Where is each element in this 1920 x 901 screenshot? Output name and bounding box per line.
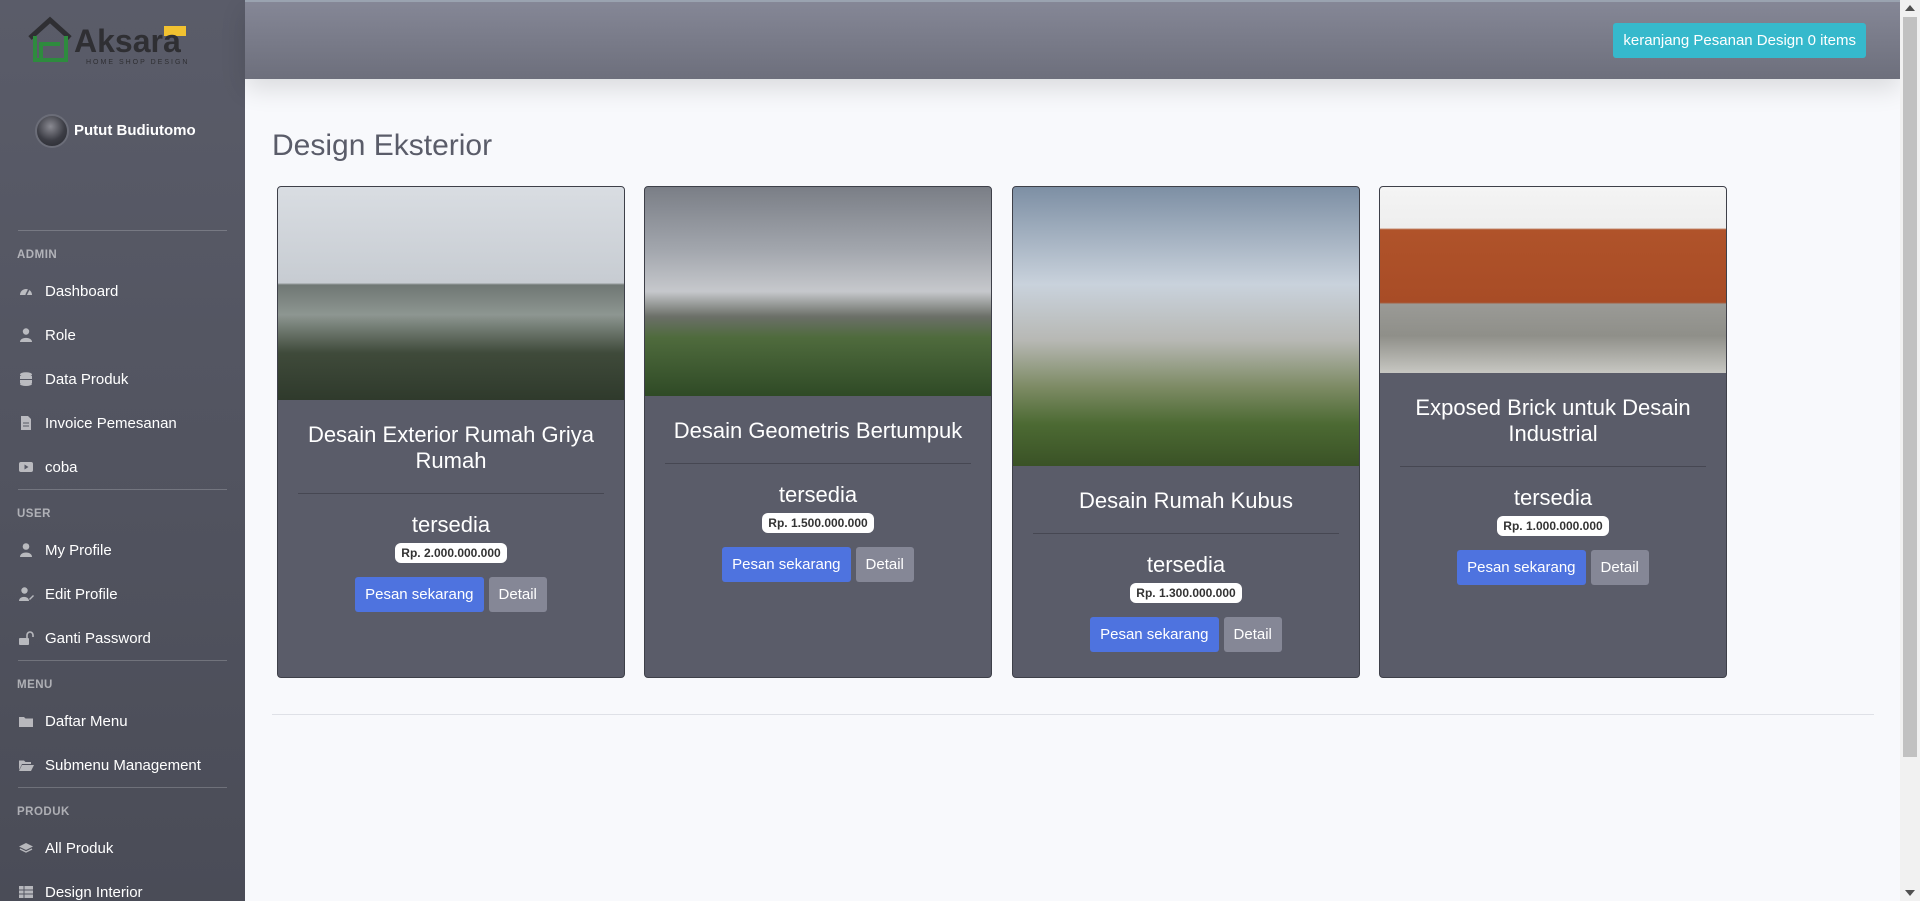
- sidebar-heading: MENU: [17, 679, 53, 691]
- sidebar-item-coba[interactable]: coba: [0, 445, 245, 489]
- topbar: keranjang Pesanan Design 0 items: [245, 0, 1900, 79]
- user-profile[interactable]: Putut Budiutomo: [0, 80, 245, 230]
- youtube-icon: [18, 459, 34, 475]
- main-content: Design Eksterior Desain Exterior Rumah G…: [245, 79, 1900, 901]
- scroll-down-icon[interactable]: [1905, 890, 1915, 896]
- sidebar-item-label: My Profile: [45, 541, 112, 559]
- unlock-icon: [18, 630, 34, 646]
- file-icon: [18, 415, 34, 431]
- product-image[interactable]: [645, 187, 991, 396]
- cart-button[interactable]: keranjang Pesanan Design 0 items: [1613, 23, 1866, 58]
- sidebar-item-label: Ganti Password: [45, 629, 151, 647]
- scroll-up-icon[interactable]: [1905, 5, 1915, 11]
- sidebar-item-dashboard[interactable]: Dashboard: [0, 269, 245, 313]
- detail-button[interactable]: Detail: [488, 577, 547, 612]
- table-icon: [18, 884, 34, 900]
- detail-button[interactable]: Detail: [1590, 550, 1649, 585]
- product-title: Desain Geometris Bertumpuk: [673, 418, 963, 443]
- detail-button[interactable]: Detail: [855, 547, 914, 582]
- user-icon: [18, 542, 34, 558]
- sidebar-item-design-interior[interactable]: Design Interior: [0, 870, 245, 901]
- order-now-button[interactable]: Pesan sekarang: [722, 547, 851, 582]
- folder-icon: [18, 713, 34, 729]
- scrollbar-thumb[interactable]: [1903, 17, 1917, 757]
- sidebar-item-label: Design Interior: [45, 883, 143, 901]
- product-card: Desain Rumah Kubus tersedia Rp. 1.300.000.…: [1012, 186, 1360, 678]
- card-divider: [298, 493, 604, 494]
- product-title: Desain Rumah Kubus: [1078, 488, 1293, 513]
- sidebar-item-label: All Produk: [45, 839, 114, 857]
- sidebar-item-label: Daftar Menu: [45, 712, 128, 730]
- dashboard-icon: [18, 283, 34, 299]
- card-divider: [1033, 533, 1339, 534]
- brand-logo[interactable]: Aksara HOME SHOP DESIGN: [0, 0, 245, 80]
- detail-button[interactable]: Detail: [1223, 617, 1282, 652]
- divider: [272, 714, 1874, 715]
- sidebar-item-submenu-management[interactable]: Submenu Management: [0, 743, 245, 787]
- user-tie-icon: [18, 327, 34, 343]
- layers-icon: [18, 840, 34, 856]
- sidebar-item-daftar-menu[interactable]: Daftar Menu: [0, 699, 245, 743]
- product-status: tersedia: [778, 482, 858, 507]
- product-image[interactable]: [1013, 187, 1359, 466]
- card-divider: [665, 463, 971, 464]
- avatar: [35, 114, 69, 148]
- database-icon: [18, 371, 34, 387]
- user-name: Putut Budiutomo: [74, 122, 196, 139]
- sidebar-item-label: Edit Profile: [45, 585, 118, 603]
- folder-open-icon: [18, 757, 34, 773]
- product-status: tersedia: [411, 512, 491, 537]
- brand-tagline: HOME SHOP DESIGN: [86, 59, 189, 66]
- product-image[interactable]: [278, 187, 624, 400]
- sidebar-item-all-produk[interactable]: All Produk: [0, 826, 245, 870]
- price-badge: Rp. 1.300.000.000: [1130, 583, 1242, 603]
- scrollbar[interactable]: [1900, 0, 1920, 901]
- sidebar-nav: ADMIN Dashboard Role Data Produk Invoice Pem…: [0, 230, 245, 901]
- sidebar-heading: USER: [17, 508, 51, 520]
- sidebar-item-label: Invoice Pemesanan: [45, 414, 177, 432]
- product-title: Desain Exterior Rumah Griya Rumah: [307, 422, 595, 473]
- order-now-button[interactable]: Pesan sekarang: [1090, 617, 1219, 652]
- page-title: Design Eksterior: [272, 129, 493, 162]
- product-image[interactable]: [1380, 187, 1726, 373]
- product-status: tersedia: [1146, 552, 1226, 577]
- brand-name: Aksara: [74, 23, 181, 59]
- price-badge: Rp. 2.000.000.000: [395, 543, 507, 563]
- product-card: Desain Geometris Bertumpuk tersedia Rp. 1.…: [644, 186, 992, 678]
- sidebar-item-data-produk[interactable]: Data Produk: [0, 357, 245, 401]
- sidebar-item-role[interactable]: Role: [0, 313, 245, 357]
- product-card: Desain Exterior Rumah Griya Rumah tersedi…: [277, 186, 625, 678]
- card-divider: [1400, 466, 1706, 467]
- sidebar-item-label: coba: [45, 458, 78, 476]
- sidebar-item-label: Role: [45, 326, 76, 344]
- sidebar-item-label: Data Produk: [45, 370, 129, 388]
- product-title: Exposed Brick untuk Desain Industrial: [1415, 395, 1691, 446]
- sidebar-item-label: Dashboard: [45, 282, 119, 300]
- sidebar-item-label: Submenu Management: [45, 756, 201, 774]
- sidebar-item-ganti-password[interactable]: Ganti Password: [0, 616, 245, 660]
- sidebar-heading: PRODUK: [17, 806, 70, 818]
- sidebar-heading: ADMIN: [17, 249, 58, 261]
- order-now-button[interactable]: Pesan sekarang: [355, 577, 484, 612]
- sidebar-item-edit-profile[interactable]: Edit Profile: [0, 572, 245, 616]
- price-badge: Rp. 1.500.000.000: [762, 513, 874, 533]
- product-card: Exposed Brick untuk Desain Industrial ter…: [1379, 186, 1727, 678]
- user-edit-icon: [18, 586, 34, 602]
- product-status: tersedia: [1513, 485, 1593, 510]
- sidebar: Aksara HOME SHOP DESIGN Putut Budiutomo …: [0, 0, 245, 901]
- price-badge: Rp. 1.000.000.000: [1497, 516, 1609, 536]
- house-logo-icon: Aksara HOME SHOP DESIGN: [28, 16, 189, 66]
- order-now-button[interactable]: Pesan sekarang: [1457, 550, 1586, 585]
- sidebar-item-invoice-pemesanan[interactable]: Invoice Pemesanan: [0, 401, 245, 445]
- sidebar-item-my-profile[interactable]: My Profile: [0, 528, 245, 572]
